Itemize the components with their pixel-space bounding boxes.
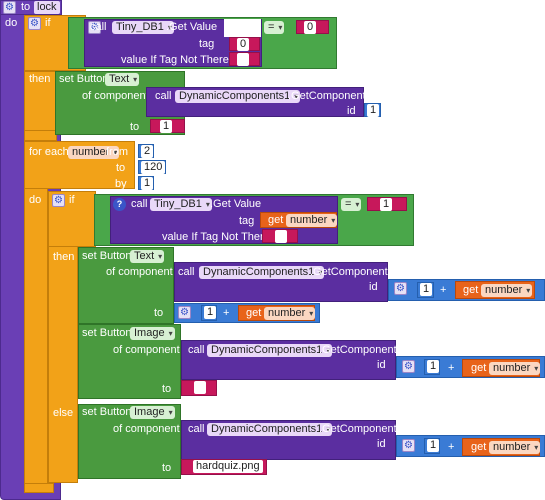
by-label: by	[115, 178, 127, 190]
to-value[interactable]: 120	[141, 161, 166, 174]
property-dropdown[interactable]: Text	[130, 250, 165, 263]
text-value[interactable]: 1	[160, 120, 173, 133]
text-value[interactable]	[275, 230, 287, 243]
set-label: set Button.	[82, 327, 135, 339]
plus-label: +	[223, 307, 230, 319]
tag-label: tag	[199, 38, 215, 50]
gear-icon[interactable]: ⚙	[178, 306, 191, 319]
plus-label: +	[440, 284, 447, 296]
notthere-label: value If Tag Not There	[121, 54, 229, 66]
plus-label: +	[448, 362, 455, 374]
if-label: if	[69, 194, 75, 206]
var-dropdown[interactable]: number	[489, 362, 541, 375]
method-label: .Get Value	[210, 198, 262, 210]
var-dropdown[interactable]: number	[264, 307, 316, 320]
to-label: to	[130, 121, 140, 133]
number-value[interactable]: 1	[427, 360, 440, 373]
call-label: call	[188, 344, 205, 356]
set-label: set Button.	[82, 406, 135, 418]
for-each-footer	[24, 483, 54, 493]
call-label: call	[178, 266, 195, 278]
by-value[interactable]: 1	[141, 177, 154, 190]
for-each-label: for each	[29, 146, 69, 158]
id-label: id	[377, 359, 386, 371]
get-label: get	[268, 214, 284, 226]
from-value[interactable]: 2	[141, 145, 154, 158]
to-label: to	[116, 162, 126, 174]
dyn-dropdown[interactable]: DynamicComponents1	[207, 344, 333, 357]
to-label: to	[162, 383, 172, 395]
text-value[interactable]: hardquiz.png	[193, 460, 263, 473]
ofcomponent-label: of component	[82, 90, 149, 102]
ofcomponent-label: of component	[113, 344, 180, 356]
else-label: else	[53, 407, 74, 419]
number-value[interactable]: 1	[204, 306, 217, 319]
procedure-name-field[interactable]: lock	[34, 1, 60, 14]
tag-label: tag	[239, 215, 255, 227]
notthere-label: value If Tag Not There	[162, 231, 270, 243]
if-label: if	[45, 17, 51, 29]
getcomponent-label: .GetComponent	[319, 344, 397, 356]
blank-socket	[224, 19, 261, 37]
do-label: do	[29, 194, 42, 206]
text-value[interactable]	[194, 381, 206, 394]
var-dropdown[interactable]: number	[286, 214, 338, 227]
call-label: call	[131, 198, 148, 210]
getcomponent-label: .GetComponent	[319, 423, 397, 435]
operator-dropdown[interactable]: =	[264, 21, 285, 34]
dyn-dropdown[interactable]: DynamicComponents1	[199, 266, 325, 279]
number-value[interactable]: 1	[420, 283, 433, 296]
gear-icon[interactable]: ⚙	[52, 194, 65, 207]
get-label: get	[471, 362, 487, 374]
to-label: to	[154, 307, 164, 319]
procedure-do-label: do	[5, 17, 18, 29]
component-dropdown[interactable]: Tiny_DB1	[112, 21, 174, 34]
text-value[interactable]: 1	[380, 198, 393, 211]
plus-label: +	[448, 441, 455, 453]
id-label: id	[347, 105, 356, 117]
text-value[interactable]: 0	[237, 38, 250, 51]
call-label: call	[155, 90, 172, 102]
gear-icon[interactable]: ⚙	[3, 1, 16, 14]
then-label: then	[29, 73, 51, 85]
ofcomponent-label: of component	[106, 266, 173, 278]
getcomponent-label: .GetComponent	[288, 90, 366, 102]
set-label: set Button.	[82, 250, 135, 262]
getcomponent-label: .GetComponent	[310, 266, 388, 278]
to-label: to	[162, 462, 172, 474]
gear-icon[interactable]: ⚙	[28, 17, 41, 30]
call-label: call	[90, 21, 107, 33]
property-dropdown[interactable]: Image	[130, 327, 175, 340]
property-dropdown[interactable]: Text	[105, 73, 140, 86]
ofcomponent-label: of component	[113, 423, 180, 435]
number-value[interactable]: 1	[427, 439, 440, 452]
var-dropdown[interactable]: number	[489, 441, 541, 454]
call-label: call	[188, 423, 205, 435]
text-value[interactable]	[237, 53, 249, 66]
method-label: .Get Value	[166, 21, 218, 33]
set-label: set Button.	[59, 73, 112, 85]
dyn-dropdown[interactable]: DynamicComponents1	[175, 90, 301, 103]
get-label: get	[471, 441, 487, 453]
gear-icon[interactable]: ⚙	[402, 439, 415, 452]
property-dropdown[interactable]: Image	[130, 406, 175, 419]
gear-icon[interactable]: ⚙	[402, 360, 415, 373]
component-dropdown[interactable]: Tiny_DB1	[150, 198, 212, 211]
gear-icon[interactable]: ⚙	[394, 282, 407, 295]
dyn-dropdown[interactable]: DynamicComponents1	[207, 423, 333, 436]
get-label: get	[463, 284, 479, 296]
id-label: id	[377, 438, 386, 450]
from-label: from	[106, 146, 128, 158]
then-label: then	[53, 251, 75, 263]
procedure-to-label: to	[21, 1, 31, 13]
get-label: get	[246, 307, 262, 319]
text-value[interactable]: 0	[304, 21, 317, 34]
var-dropdown[interactable]: number	[481, 284, 533, 297]
help-icon[interactable]: ?	[113, 198, 126, 211]
number-value[interactable]: 1	[367, 104, 380, 117]
operator-dropdown[interactable]: =	[341, 198, 362, 211]
id-label: id	[369, 281, 378, 293]
